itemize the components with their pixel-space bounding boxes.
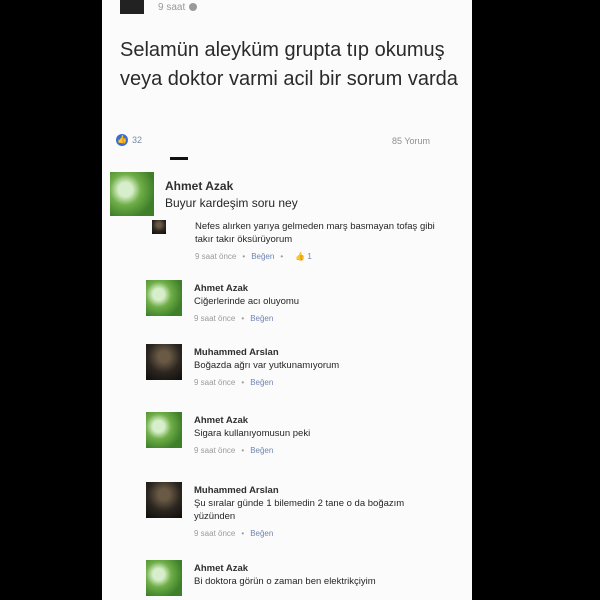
comment-actions: 9 saat önce • Beğen • 👍 1 [195,252,312,261]
comment-time[interactable]: 9 saat önce [194,446,235,455]
comment-actions: 9 saat önce • Beğen [194,446,274,455]
commenter-avatar[interactable] [146,280,182,316]
like-button[interactable]: Beğen [250,446,273,455]
comment-text: Boğazda ağrı var yutkunamıyorum [194,360,340,371]
comment-text: Şu sıralar günde 1 bilemedin 2 tane o da… [194,498,405,522]
comment-text: Ciğerlerinde acı oluyomu [194,296,300,307]
commenter-avatar[interactable] [152,220,166,234]
commenter-avatar[interactable] [110,172,154,216]
commenter-name[interactable]: Ahmet Azak [165,178,455,195]
commenter-avatar[interactable] [146,344,182,380]
comment-text: Nefes alırken yarıya gelmeden marş basma… [195,221,435,245]
post-card: 9 saat Selamün aleyküm grupta tıp okumuş… [102,0,472,600]
commenter-name[interactable]: Ahmet Azak [194,414,444,427]
comment-time[interactable]: 9 saat önce [195,252,236,261]
divider-mark [170,157,188,160]
commenter-avatar[interactable] [146,482,182,518]
author-avatar[interactable] [120,0,144,14]
like-button[interactable]: Beğen [251,252,274,261]
like-total[interactable]: 1 [307,252,311,261]
like-count: 32 [132,135,143,145]
comment-time[interactable]: 9 saat önce [194,314,235,323]
comment-text: Buyur kardeşim soru ney [165,196,298,210]
commenter-avatar[interactable] [146,560,182,596]
commenter-name[interactable]: Ahmet Azak [194,282,444,295]
like-button[interactable]: Beğen [250,314,273,323]
comment-actions: 9 saat önce • Beğen [194,378,274,387]
globe-icon [189,3,198,11]
commenter-avatar[interactable] [146,412,182,448]
post-header: 9 saat [120,0,198,14]
commenter-name[interactable]: Muhammed Arslan [194,484,434,497]
comment-time[interactable]: 9 saat önce [194,529,235,538]
comment-actions: 9 saat önce • Beğen [194,314,274,323]
reaction-summary[interactable]: 👍 32 [116,134,142,146]
comment-count[interactable]: 85 Yorum [392,136,430,146]
like-button[interactable]: Beğen [250,529,273,538]
comment-actions: 9 saat önce • Beğen [194,529,274,538]
comment-text: Bi doktora görün o zaman ben elektrikçiy… [194,576,376,587]
commenter-name[interactable]: Ahmet Azak [194,562,464,575]
like-reaction-icon: 👍 [116,134,128,146]
comment-text: Sigara kullanıyomusun peki [194,428,311,439]
thumbs-up-icon: 👍 [295,252,306,261]
comment-time[interactable]: 9 saat önce [194,378,235,387]
like-button[interactable]: Beğen [250,378,273,387]
commenter-name[interactable]: Muhammed Arslan [194,346,444,359]
post-text: Selamün aleyküm grupta tıp okumuş veya d… [120,39,458,90]
post-time[interactable]: 9 saat [158,2,185,13]
